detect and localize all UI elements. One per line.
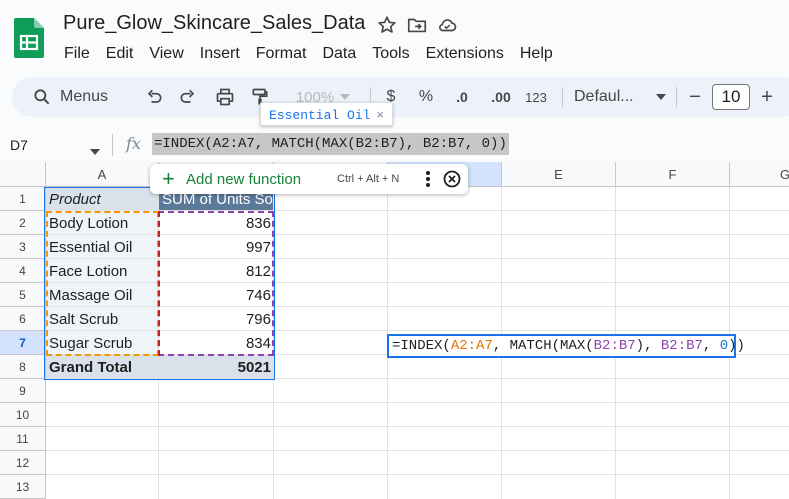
chevron-down-icon[interactable]	[90, 142, 100, 160]
row-header-8[interactable]: 8	[0, 355, 46, 379]
menu-bar: File Edit View Insert Format Data Tools …	[56, 43, 561, 65]
row-header-7[interactable]: 7	[0, 331, 46, 355]
print-button[interactable]	[212, 77, 238, 117]
font-family-value: Defaul...	[574, 88, 634, 105]
menu-file[interactable]: File	[56, 43, 98, 65]
cell-a8-grand-total[interactable]: Grand Total	[46, 355, 159, 379]
increase-font-size-button[interactable]: +	[756, 77, 778, 117]
document-title[interactable]: Pure_Glow_Skincare_Sales_Data	[63, 12, 365, 35]
formula-input[interactable]: =INDEX(A2:A7, MATCH(MAX(B2:B7), B2:B7, 0…	[152, 133, 509, 155]
increase-decimal-label: .00	[491, 89, 511, 105]
formula-bar: D7 fx =INDEX(A2:A7, MATCH(MAX(B2:B7), B2…	[0, 128, 789, 162]
formula-token: ),	[635, 338, 661, 354]
cell-d7-editor[interactable]: =INDEX(A2:A7, MATCH(MAX(B2:B7), B2:B7, 0…	[387, 334, 745, 358]
menu-format[interactable]: Format	[248, 43, 315, 65]
row-header-6[interactable]: 6	[0, 307, 46, 331]
search-menus-button[interactable]: Menus	[22, 77, 122, 117]
font-size-input[interactable]: 10	[712, 84, 750, 110]
sheets-app: Pure_Glow_Skincare_Sales_Data File Edit …	[0, 0, 789, 499]
cell-a1-product-header[interactable]: Product	[46, 187, 159, 211]
plus-icon[interactable]: +	[162, 168, 175, 190]
column-header-a[interactable]: A	[46, 162, 159, 187]
decrease-font-size-button[interactable]: −	[684, 77, 706, 117]
decrease-decimal-button[interactable]: .0	[450, 77, 474, 117]
range-highlight-a2-a7	[46, 211, 159, 356]
fx-icon: fx	[126, 134, 141, 153]
add-new-function-button[interactable]: Add new function	[186, 171, 301, 188]
close-preview-icon[interactable]: ×	[376, 107, 384, 122]
undo-button[interactable]	[142, 77, 166, 117]
formula-range-b-repeat: B2:B7	[660, 338, 703, 354]
toolbar-divider	[676, 87, 677, 107]
row-header-11[interactable]: 11	[0, 427, 46, 451]
row-header-13[interactable]: 13	[0, 475, 46, 499]
search-menus-label: Menus	[60, 88, 109, 105]
formula-token: , MATCH(MAX(	[492, 338, 594, 354]
close-icon[interactable]	[442, 169, 462, 194]
decrease-decimal-label: .0	[456, 89, 468, 105]
formula-token: ))	[728, 338, 745, 354]
search-icon	[32, 87, 52, 107]
row-header-2[interactable]: 2	[0, 211, 46, 235]
row-header-10[interactable]: 10	[0, 403, 46, 427]
redo-button[interactable]	[176, 77, 200, 117]
chevron-down-icon	[656, 94, 666, 100]
star-icon[interactable]	[376, 14, 398, 36]
preview-value: Essential Oil	[269, 108, 371, 123]
more-options-icon[interactable]	[424, 169, 432, 194]
select-all-corner[interactable]	[0, 162, 46, 187]
row-header-12[interactable]: 12	[0, 451, 46, 475]
formula-token: ,	[702, 338, 720, 354]
formula-range-b: B2:B7	[593, 338, 636, 354]
menu-data[interactable]: Data	[314, 43, 364, 65]
range-highlight-overlap	[158, 211, 160, 356]
formula-divider	[112, 134, 113, 156]
add-function-shortcut: Ctrl + Alt + N	[337, 173, 400, 185]
menu-view[interactable]: View	[141, 43, 191, 65]
font-family-select[interactable]: Defaul...	[574, 77, 666, 117]
menu-help[interactable]: Help	[512, 43, 561, 65]
menu-tools[interactable]: Tools	[364, 43, 417, 65]
percent-format-button[interactable]: %	[416, 77, 436, 117]
formula-result-preview: Essential Oil ×	[260, 102, 394, 126]
cell-b8-grand-total-value[interactable]: 5021	[159, 355, 274, 379]
toolbar-divider	[562, 87, 563, 107]
formula-range-a: A2:A7	[450, 338, 493, 354]
formula-number: 0	[719, 338, 729, 354]
row-header-5[interactable]: 5	[0, 283, 46, 307]
range-highlight-b2-b7	[158, 211, 274, 356]
row-header-3[interactable]: 3	[0, 235, 46, 259]
sheets-logo-icon[interactable]	[14, 18, 44, 58]
undo-icon	[144, 87, 164, 107]
move-folder-icon[interactable]	[406, 14, 428, 36]
number-format-button[interactable]: 123	[522, 77, 550, 117]
spreadsheet-grid: A E F G 1 2 3 4 5 6 7 8 9 10 11 12 13 Pr…	[0, 162, 789, 499]
column-header-g[interactable]: G	[730, 162, 789, 187]
menu-extensions[interactable]: Extensions	[418, 43, 512, 65]
column-header-e[interactable]: E	[502, 162, 616, 187]
row-header-1[interactable]: 1	[0, 187, 46, 211]
chevron-down-icon	[340, 94, 351, 100]
cloud-saved-icon[interactable]	[436, 14, 458, 36]
toolbar: Menus 100% $ % .0 .00 123 Defaul... − 10…	[12, 77, 789, 117]
row-header-9[interactable]: 9	[0, 379, 46, 403]
name-box[interactable]: D7	[10, 137, 28, 153]
increase-decimal-button[interactable]: .00	[486, 77, 516, 117]
add-new-function-popup: + Add new function Ctrl + Alt + N	[150, 164, 468, 194]
menu-edit[interactable]: Edit	[98, 43, 142, 65]
column-header-f[interactable]: F	[616, 162, 730, 187]
formula-token: =INDEX(	[392, 338, 451, 354]
menu-insert[interactable]: Insert	[192, 43, 248, 65]
row-header-4[interactable]: 4	[0, 259, 46, 283]
print-icon	[215, 87, 235, 107]
redo-icon	[178, 87, 198, 107]
